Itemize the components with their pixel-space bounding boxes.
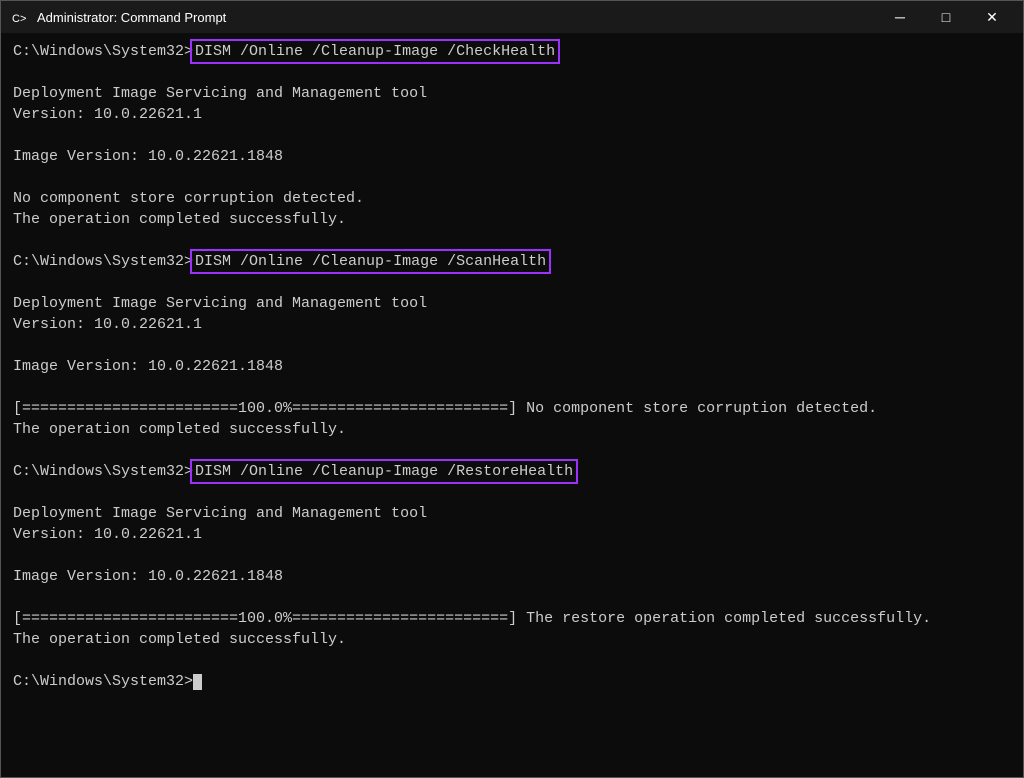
console-line: C:\Windows\System32> xyxy=(13,671,1011,692)
console-line xyxy=(13,587,1011,608)
console-line xyxy=(13,482,1011,503)
console-line: The operation completed successfully. xyxy=(13,209,1011,230)
console-area[interactable]: C:\Windows\System32>DISM /Online /Cleanu… xyxy=(1,33,1023,777)
console-line xyxy=(13,335,1011,356)
cursor xyxy=(193,674,202,690)
minimize-button[interactable]: ─ xyxy=(877,1,923,33)
maximize-button[interactable]: □ xyxy=(923,1,969,33)
console-line: No component store corruption detected. xyxy=(13,188,1011,209)
console-line xyxy=(13,440,1011,461)
console-line: [========================100.0%=========… xyxy=(13,608,1011,629)
console-line xyxy=(13,545,1011,566)
highlighted-command: DISM /Online /Cleanup-Image /CheckHealth xyxy=(193,42,557,61)
window-title: Administrator: Command Prompt xyxy=(37,10,877,25)
console-line xyxy=(13,650,1011,671)
prompt-text: C:\Windows\System32> xyxy=(13,673,193,690)
console-line: [========================100.0%=========… xyxy=(13,398,1011,419)
svg-text:C>: C> xyxy=(12,13,26,25)
console-line xyxy=(13,125,1011,146)
console-line: Version: 10.0.22621.1 xyxy=(13,524,1011,545)
highlighted-command: DISM /Online /Cleanup-Image /ScanHealth xyxy=(193,252,548,271)
console-line: Version: 10.0.22621.1 xyxy=(13,104,1011,125)
prompt-text: C:\Windows\System32> xyxy=(13,253,193,270)
console-line: C:\Windows\System32>DISM /Online /Cleanu… xyxy=(13,461,1011,482)
highlighted-command: DISM /Online /Cleanup-Image /RestoreHeal… xyxy=(193,462,575,481)
title-bar: C> Administrator: Command Prompt ─ □ ✕ xyxy=(1,1,1023,33)
cmd-icon: C> xyxy=(9,7,29,27)
console-line: Image Version: 10.0.22621.1848 xyxy=(13,146,1011,167)
console-line: Image Version: 10.0.22621.1848 xyxy=(13,356,1011,377)
console-line: C:\Windows\System32>DISM /Online /Cleanu… xyxy=(13,41,1011,62)
console-line xyxy=(13,167,1011,188)
window: C> Administrator: Command Prompt ─ □ ✕ C… xyxy=(0,0,1024,778)
console-line: C:\Windows\System32>DISM /Online /Cleanu… xyxy=(13,251,1011,272)
console-line: The operation completed successfully. xyxy=(13,419,1011,440)
console-line xyxy=(13,230,1011,251)
console-line: Deployment Image Servicing and Managemen… xyxy=(13,293,1011,314)
console-line: Image Version: 10.0.22621.1848 xyxy=(13,566,1011,587)
prompt-text: C:\Windows\System32> xyxy=(13,43,193,60)
console-line xyxy=(13,272,1011,293)
prompt-text: C:\Windows\System32> xyxy=(13,463,193,480)
console-line xyxy=(13,377,1011,398)
console-line xyxy=(13,62,1011,83)
console-line: Deployment Image Servicing and Managemen… xyxy=(13,83,1011,104)
close-button[interactable]: ✕ xyxy=(969,1,1015,33)
console-line: The operation completed successfully. xyxy=(13,629,1011,650)
window-controls: ─ □ ✕ xyxy=(877,1,1015,33)
console-line: Version: 10.0.22621.1 xyxy=(13,314,1011,335)
console-line: Deployment Image Servicing and Managemen… xyxy=(13,503,1011,524)
